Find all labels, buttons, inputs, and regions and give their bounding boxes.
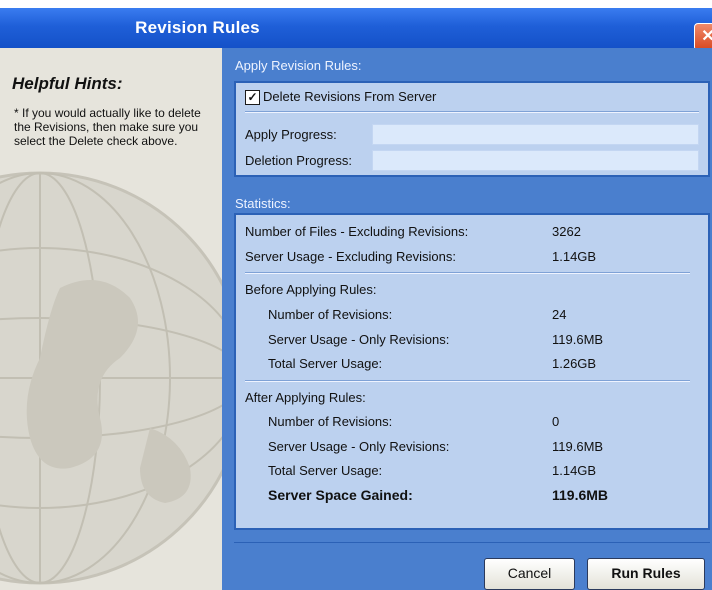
before-heading: Before Applying Rules: (245, 282, 377, 297)
before-usage-only-label: Server Usage - Only Revisions: (268, 332, 450, 347)
delete-revisions-label[interactable]: Delete Revisions From Server (263, 89, 436, 104)
rules-area: Apply Revision Rules: ✓ Delete Revisions… (222, 48, 712, 590)
dialog-body: Helpful Hints: * If you would actually l… (0, 48, 712, 590)
hints-text: * If you would actually like to delete t… (14, 106, 201, 148)
title-bar[interactable]: Revision Rules ✕ (0, 8, 712, 51)
checkmark-icon: ✓ (247, 90, 258, 104)
space-gained-value: 119.6MB (552, 487, 609, 503)
space-gained-label: Server Space Gained: (268, 487, 413, 503)
close-button[interactable]: ✕ (694, 23, 712, 51)
hints-panel: Helpful Hints: * If you would actually l… (0, 48, 222, 590)
close-icon: ✕ (701, 28, 712, 45)
delete-revisions-checkbox[interactable]: ✓ (245, 90, 260, 105)
after-total-label: Total Server Usage: (268, 463, 383, 478)
footer-divider (234, 542, 710, 543)
usage-excluding-label: Server Usage - Excluding Revisions: (245, 249, 456, 264)
before-usage-only-value: 119.6MB (552, 332, 604, 347)
files-excluding-label: Number of Files - Excluding Revisions: (245, 224, 469, 239)
before-total-value: 1.26GB (552, 356, 597, 371)
deletion-progress-label: Deletion Progress: (245, 153, 352, 168)
after-usage-only-label: Server Usage - Only Revisions: (268, 439, 450, 454)
divider (245, 111, 699, 113)
files-excluding-value: 3262 (552, 224, 581, 239)
apply-progress-bar (372, 124, 699, 145)
window-title: Revision Rules (135, 18, 260, 37)
before-revisions-value: 24 (552, 307, 567, 322)
after-revisions-label: Number of Revisions: (268, 414, 393, 429)
run-rules-button[interactable]: Run Rules (587, 558, 705, 590)
after-total-value: 1.14GB (552, 463, 597, 478)
after-heading: After Applying Rules: (245, 390, 366, 405)
globe-background-image (0, 171, 222, 585)
usage-excluding-value: 1.14GB (552, 249, 597, 264)
cancel-button[interactable]: Cancel (484, 558, 575, 590)
apply-progress-label: Apply Progress: (245, 127, 337, 142)
revision-rules-window: Revision Rules ✕ Helpful Hints: * If you… (0, 0, 712, 590)
after-usage-only-value: 119.6MB (552, 439, 604, 454)
deletion-progress-bar (372, 150, 699, 171)
apply-group-box: ✓ Delete Revisions From Server Apply Pro… (234, 81, 710, 177)
statistics-group-label: Statistics: (235, 196, 291, 211)
divider (245, 380, 690, 382)
before-total-label: Total Server Usage: (268, 356, 383, 371)
after-revisions-value: 0 (552, 414, 560, 429)
statistics-group-box: Number of Files - Excluding Revisions: 3… (234, 213, 710, 530)
apply-group-label: Apply Revision Rules: (235, 58, 362, 73)
before-revisions-label: Number of Revisions: (268, 307, 393, 322)
hints-title: Helpful Hints: (12, 74, 123, 93)
divider (245, 272, 690, 274)
